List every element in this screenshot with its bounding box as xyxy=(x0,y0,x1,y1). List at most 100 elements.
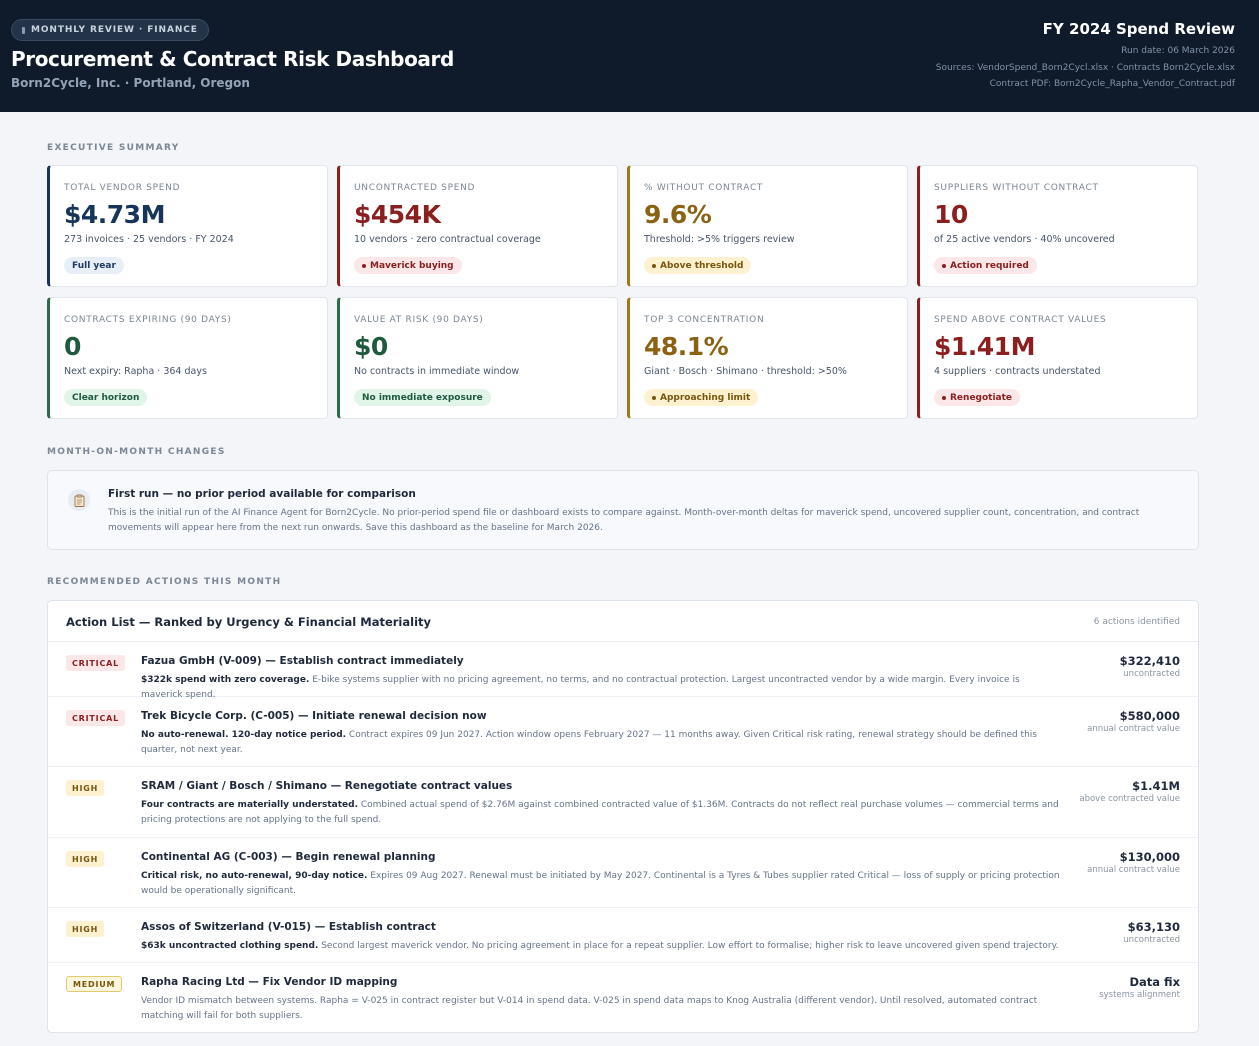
kpi-label: % WITHOUT CONTRACT xyxy=(644,183,764,193)
kpi-card: SUPPLIERS WITHOUT CONTRACT 10 of 25 active… xyxy=(917,165,1198,287)
action-row[interactable]: CRITICAL Trek Bicycle Corp. (C-005) — Ini… xyxy=(48,697,1198,767)
kpi-card: % WITHOUT CONTRACT 9.6% Threshold: >5% tri… xyxy=(627,165,908,287)
severity-badge: MEDIUM xyxy=(66,976,123,992)
status-badge: Approaching limit xyxy=(644,389,759,406)
kpi-card: TOP 3 CONCENTRATION 48.1% Giant · Bosch · … xyxy=(627,297,908,419)
action-row[interactable]: HIGH SRAM / Giant / Bosch / Shimano — Ren… xyxy=(48,767,1198,838)
severity-badge: CRITICAL xyxy=(66,710,126,726)
kpi-description: No contracts in immediate window xyxy=(354,366,520,377)
status-dot-icon xyxy=(652,395,656,400)
page-title: Procurement & Contract Risk Dashboard xyxy=(11,47,454,71)
kpi-card: CONTRACTS EXPIRING (90 DAYS) 0 Next expiry… xyxy=(47,297,328,419)
action-amount-caption: above contracted value xyxy=(1079,794,1180,804)
kpi-description: of 25 active vendors · 40% uncovered xyxy=(934,234,1115,245)
pill-dot-icon xyxy=(22,26,25,34)
page-subtitle: Born2Cycle, Inc. · Portland, Oregon xyxy=(11,76,250,90)
kpi-value: $0 xyxy=(354,332,388,361)
action-amount-caption: annual contract value xyxy=(1087,865,1180,875)
action-amount-value: Data fix xyxy=(1129,975,1180,989)
action-amount: $322,410 uncontracted xyxy=(1120,654,1180,679)
kpi-description: Next expiry: Rapha · 364 days xyxy=(64,366,207,377)
section-label-actions: RECOMMENDED ACTIONS THIS MONTH xyxy=(47,577,282,587)
action-detail: Second largest maverick vendor. No prici… xyxy=(318,941,1059,951)
sources: Sources: VendorSpend_Born2Cycl.xlsx · Co… xyxy=(935,62,1235,73)
status-badge-label: Clear horizon xyxy=(72,392,140,403)
action-count: 6 actions identified xyxy=(1093,617,1180,627)
action-title: Assos of Switzerland (V-015) — Establish… xyxy=(141,921,436,933)
status-badge-label: Action required xyxy=(950,260,1029,271)
action-amount: $63,130 uncontracted xyxy=(1123,920,1180,945)
section-label-mom: MONTH-ON-MONTH CHANGES xyxy=(47,447,226,457)
run-date: Run date: 06 March 2026 xyxy=(1121,46,1235,56)
action-lead: $322k spend with zero coverage. xyxy=(141,675,310,685)
kpi-value: 10 xyxy=(934,200,968,229)
action-amount-value: $322,410 xyxy=(1119,654,1180,668)
kpi-description: 4 suppliers · contracts understated xyxy=(934,366,1101,377)
kpi-label: CONTRACTS EXPIRING (90 DAYS) xyxy=(64,315,232,325)
severity-badge: HIGH xyxy=(66,921,105,937)
status-badge-label: Renegotiate xyxy=(950,392,1013,403)
notice-text: This is the initial run of the AI Financ… xyxy=(108,508,1140,533)
action-title: Fazua GmbH (V-009) — Establish contract … xyxy=(141,655,464,667)
kpi-description: Threshold: >5% triggers review xyxy=(644,234,795,245)
status-badge-label: Above threshold xyxy=(660,260,744,271)
action-lead: $63k uncontracted clothing spend. xyxy=(141,941,319,951)
kpi-label: UNCONTRACTED SPEND xyxy=(354,183,476,193)
report-meta: FY 2024 Spend Review Run date: 06 March … xyxy=(936,20,1235,93)
action-amount-value: $130,000 xyxy=(1119,850,1180,864)
action-lead: Critical risk, no auto-renewal, 90-day n… xyxy=(141,871,368,881)
status-dot-icon xyxy=(942,395,946,400)
severity-badge: HIGH xyxy=(66,780,105,796)
action-description: No auto-renewal. 120-day notice period. … xyxy=(141,728,1061,758)
report-title: FY 2024 Spend Review xyxy=(1042,20,1235,38)
pill-label: MONTHLY REVIEW · FINANCE xyxy=(31,25,198,35)
action-description: Vendor ID mismatch between systems. Raph… xyxy=(141,994,1061,1024)
action-amount: $1.41M above contracted value xyxy=(1079,779,1180,804)
action-detail: Vendor ID mismatch between systems. Raph… xyxy=(141,996,1038,1021)
action-title: Trek Bicycle Corp. (C-005) — Initiate re… xyxy=(141,710,487,722)
action-title: Continental AG (C-003) — Begin renewal p… xyxy=(141,851,436,863)
action-description: $63k uncontracted clothing spend. Second… xyxy=(141,939,1061,954)
section-label-executive: EXECUTIVE SUMMARY xyxy=(47,143,180,153)
action-list-header: Action List — Ranked by Urgency & Financ… xyxy=(48,601,1198,642)
action-row[interactable]: HIGH Continental AG (C-003) — Begin renew… xyxy=(48,838,1198,908)
kpi-card: UNCONTRACTED SPEND $454K 10 vendors · zero… xyxy=(337,165,618,287)
action-amount: $130,000 annual contract value xyxy=(1087,850,1180,875)
severity-badge: HIGH xyxy=(66,851,105,867)
status-badge-label: No immediate exposure xyxy=(362,392,483,403)
action-list: Action List — Ranked by Urgency & Financ… xyxy=(47,600,1199,1033)
kpi-label: SUPPLIERS WITHOUT CONTRACT xyxy=(934,183,1099,193)
kpi-label: TOTAL VENDOR SPEND xyxy=(64,183,181,193)
status-badge: Maverick buying xyxy=(354,257,462,274)
kpi-label: TOP 3 CONCENTRATION xyxy=(644,315,765,325)
action-title: Rapha Racing Ltd — Fix Vendor ID mapping xyxy=(141,976,398,988)
action-amount: $580,000 annual contract value xyxy=(1087,709,1180,734)
status-badge: Clear horizon xyxy=(64,389,148,406)
action-list-title: Action List — Ranked by Urgency & Financ… xyxy=(66,615,432,629)
first-run-notice: First run — no prior period available fo… xyxy=(47,470,1199,550)
kpi-card: SPEND ABOVE CONTRACT VALUES $1.41M 4 suppl… xyxy=(917,297,1198,419)
kpi-card: TOTAL VENDOR SPEND $4.73M 273 invoices · 2… xyxy=(47,165,328,287)
kpi-value: 48.1% xyxy=(644,332,729,361)
status-dot-icon xyxy=(942,263,946,268)
status-badge: Full year xyxy=(64,257,124,274)
kpi-label: SPEND ABOVE CONTRACT VALUES xyxy=(934,315,1107,325)
action-description: Critical risk, no auto-renewal, 90-day n… xyxy=(141,869,1061,899)
action-amount: Data fix systems alignment xyxy=(1099,975,1180,1000)
action-description: Four contracts are materially understate… xyxy=(141,798,1061,828)
action-row[interactable]: CRITICAL Fazua GmbH (V-009) — Establish c… xyxy=(48,642,1198,700)
kpi-value: $1.41M xyxy=(934,332,1035,361)
kpi-description: Giant · Bosch · Shimano · threshold: >50… xyxy=(644,366,847,377)
clipboard-icon xyxy=(68,489,90,511)
status-badge: No immediate exposure xyxy=(354,389,491,406)
action-row[interactable]: HIGH Assos of Switzerland (V-015) — Estab… xyxy=(48,908,1198,963)
kpi-value: 0 xyxy=(64,332,81,361)
action-row[interactable]: MEDIUM Rapha Racing Ltd — Fix Vendor ID m… xyxy=(48,963,1198,1032)
kpi-label: VALUE AT RISK (90 DAYS) xyxy=(354,315,484,325)
action-amount-caption: annual contract value xyxy=(1087,724,1180,734)
kpi-description: 273 invoices · 25 vendors · FY 2024 xyxy=(64,234,234,245)
notice-title: First run — no prior period available fo… xyxy=(108,488,416,500)
status-badge: Renegotiate xyxy=(934,389,1021,406)
action-lead: No auto-renewal. 120-day notice period. xyxy=(141,730,347,740)
status-badge-label: Approaching limit xyxy=(660,392,751,403)
